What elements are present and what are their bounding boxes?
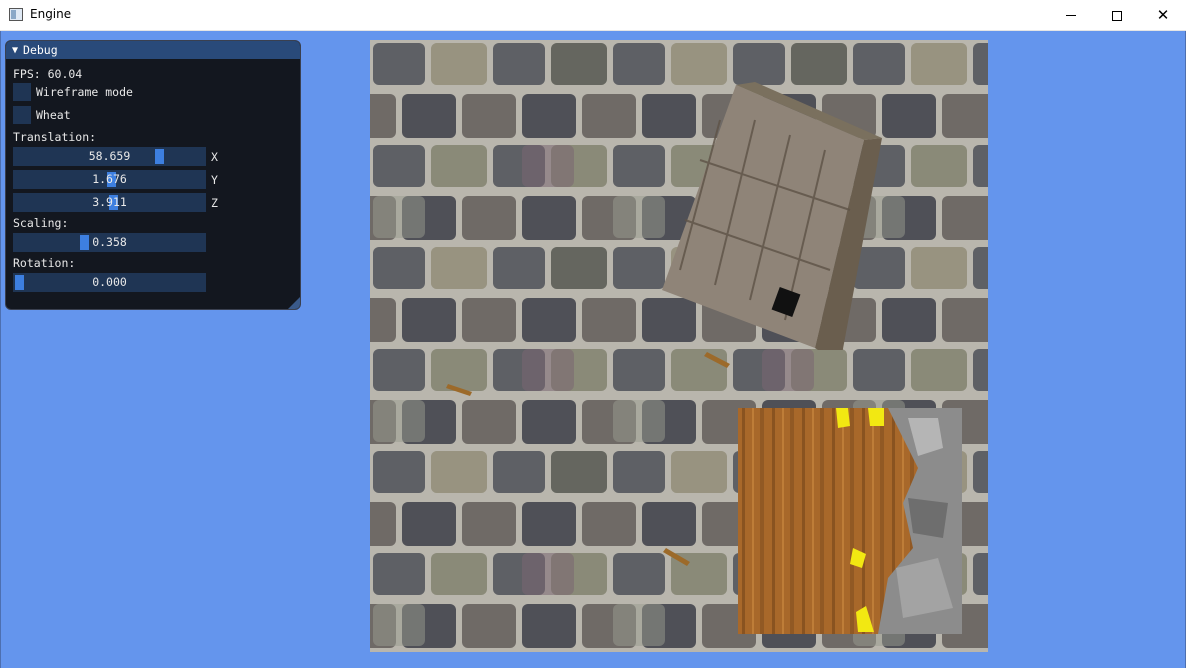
- window-titlebar[interactable]: Engine ✕: [0, 0, 1186, 31]
- wireframe-mode-label: Wireframe mode: [36, 85, 133, 99]
- wireframe-mode-checkbox[interactable]: [13, 83, 31, 101]
- debug-panel[interactable]: ▼ Debug FPS: 60.04 Wireframe mode Wheat …: [5, 40, 301, 310]
- wheat-label: Wheat: [36, 108, 71, 122]
- maximize-icon: [1112, 10, 1122, 21]
- wood-floor-quad: [738, 408, 962, 634]
- debug-panel-title: Debug: [23, 43, 58, 57]
- wooden-cube: [662, 82, 882, 350]
- scaling-slider[interactable]: 0.358: [13, 233, 206, 252]
- minimize-button[interactable]: [1048, 0, 1094, 31]
- wheat-row[interactable]: Wheat: [13, 106, 71, 124]
- scaling-value: 0.358: [92, 235, 127, 249]
- translation-y-slider[interactable]: 1.676: [13, 170, 206, 189]
- close-button[interactable]: ✕: [1140, 0, 1186, 31]
- fps-readout: FPS: 60.04: [13, 67, 83, 81]
- window-title: Engine: [30, 7, 72, 21]
- rotation-label: Rotation:: [13, 256, 76, 270]
- translation-x-value: 58.659: [88, 149, 131, 163]
- translation-x-slider[interactable]: 58.659: [13, 147, 206, 166]
- rotation-value: 0.000: [92, 275, 127, 289]
- minimize-icon: [1066, 15, 1076, 16]
- scene-render: [370, 40, 988, 652]
- wireframe-mode-row[interactable]: Wireframe mode: [13, 83, 133, 101]
- translation-z-value: 3.911: [92, 195, 127, 209]
- translation-x-axis-label: X: [211, 150, 218, 164]
- translation-z-slider[interactable]: 3.911: [13, 193, 206, 212]
- collapse-arrow-icon[interactable]: ▼: [12, 45, 18, 56]
- scaling-label: Scaling:: [13, 216, 69, 230]
- debug-panel-header[interactable]: ▼ Debug: [6, 41, 300, 59]
- translation-z-axis-label: Z: [211, 196, 218, 210]
- resize-grip-icon[interactable]: [288, 297, 300, 309]
- rotation-slider[interactable]: 0.000: [13, 273, 206, 292]
- wheat-checkbox[interactable]: [13, 106, 31, 124]
- translation-label: Translation:: [13, 130, 97, 144]
- translation-y-value: 1.676: [92, 172, 127, 186]
- maximize-button[interactable]: [1094, 0, 1140, 31]
- close-icon: ✕: [1156, 6, 1170, 24]
- app-window-icon: [9, 8, 23, 21]
- translation-y-axis-label: Y: [211, 173, 218, 187]
